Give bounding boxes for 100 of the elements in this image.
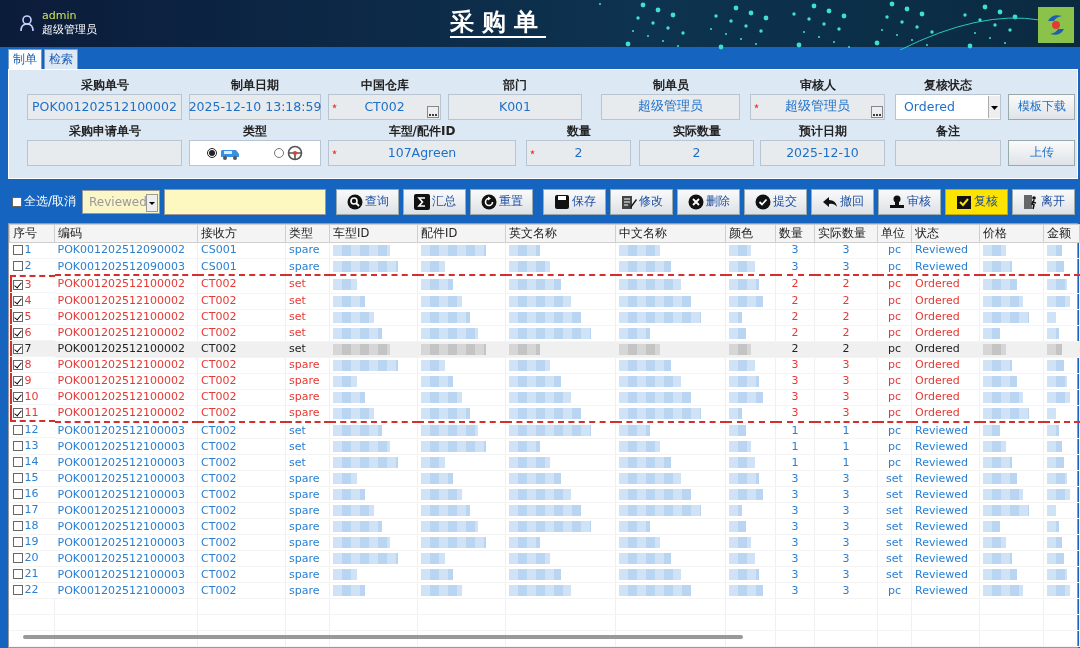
redacted-text bbox=[729, 457, 755, 468]
column-header[interactable]: 中文名称 bbox=[615, 224, 726, 242]
row-checkbox[interactable] bbox=[12, 261, 23, 271]
row-checkbox[interactable] bbox=[12, 505, 23, 515]
toolbar-button[interactable]: 保存 bbox=[543, 188, 607, 215]
redacted-text bbox=[729, 327, 747, 339]
column-header[interactable]: 金额 bbox=[1043, 224, 1080, 242]
row-checkbox[interactable] bbox=[12, 359, 23, 370]
form-button[interactable]: 上传 bbox=[1008, 139, 1075, 166]
redacted-text bbox=[729, 359, 755, 371]
column-header[interactable]: 实际数量 bbox=[814, 224, 878, 242]
redacted-text bbox=[983, 585, 1023, 596]
table-cell: spare bbox=[289, 551, 320, 565]
column-header[interactable]: 序号 bbox=[9, 224, 55, 242]
row-checkbox[interactable] bbox=[12, 441, 23, 451]
row-checkbox[interactable] bbox=[12, 585, 23, 595]
row-checkbox[interactable] bbox=[12, 375, 23, 386]
row-checkbox[interactable] bbox=[12, 279, 23, 290]
redacted-text bbox=[421, 457, 446, 468]
toolbar-button[interactable]: 撤回 bbox=[811, 188, 875, 215]
column-header[interactable]: 接收方 bbox=[197, 224, 286, 242]
table-cell: Ordered bbox=[915, 390, 960, 403]
ellipsis-button[interactable] bbox=[427, 105, 439, 118]
ellipsis-button[interactable] bbox=[871, 105, 883, 118]
redacted-text bbox=[729, 278, 760, 290]
redacted-text bbox=[983, 425, 1001, 436]
row-checkbox[interactable] bbox=[12, 424, 23, 435]
row-checkbox[interactable] bbox=[12, 407, 23, 418]
column-header[interactable]: 颜色 bbox=[725, 224, 776, 242]
table-cell: POK001202512090002 bbox=[57, 243, 185, 257]
column-header[interactable]: 类型 bbox=[285, 224, 330, 242]
column-header[interactable]: 数量 bbox=[775, 224, 815, 242]
column-header[interactable]: 状态 bbox=[911, 224, 980, 242]
field-label: 部门 bbox=[502, 76, 528, 94]
toolbar-button[interactable]: 审核 bbox=[878, 188, 942, 215]
row-checkbox[interactable] bbox=[12, 343, 23, 354]
row-checkbox[interactable] bbox=[12, 391, 23, 402]
table-cell: set bbox=[289, 277, 306, 291]
row-checkbox[interactable] bbox=[12, 245, 23, 255]
row-checkbox[interactable] bbox=[12, 311, 23, 322]
row-number: 19 bbox=[24, 535, 39, 549]
toolbar-button[interactable]: 修改 bbox=[610, 188, 674, 215]
row-checkbox[interactable] bbox=[12, 327, 23, 338]
column-header[interactable]: 车型ID bbox=[329, 224, 418, 242]
row-checkbox[interactable] bbox=[12, 537, 23, 547]
column-header[interactable]: 编码 bbox=[54, 224, 198, 242]
edit-icon bbox=[620, 193, 637, 210]
sum-icon bbox=[413, 193, 430, 210]
toolbar-button[interactable]: 复核 bbox=[945, 188, 1009, 215]
radio-button[interactable] bbox=[274, 147, 284, 158]
search-field[interactable] bbox=[164, 188, 327, 215]
redacted-text bbox=[729, 569, 760, 580]
row-checkbox[interactable] bbox=[12, 295, 23, 306]
redacted-text bbox=[333, 278, 358, 290]
toolbar-button[interactable]: 提交 bbox=[744, 188, 808, 215]
lookup-field[interactable]: CT002 bbox=[328, 93, 441, 120]
redacted-text bbox=[983, 553, 1012, 564]
toolbar-button[interactable]: 离开 bbox=[1012, 188, 1076, 215]
horizontal-scrollbar[interactable] bbox=[23, 635, 743, 639]
redacted-text bbox=[421, 505, 470, 516]
tab[interactable]: 检索 bbox=[44, 48, 78, 69]
radio-button[interactable] bbox=[207, 147, 217, 158]
toolbar-button[interactable]: 重置 bbox=[470, 188, 534, 215]
column-header[interactable]: 价格 bbox=[979, 224, 1044, 242]
table-cell: 2 bbox=[791, 326, 799, 339]
table-cell: CT002 bbox=[201, 567, 237, 581]
row-checkbox[interactable] bbox=[12, 569, 23, 579]
column-header[interactable]: 配件ID bbox=[417, 224, 506, 242]
toolbar-button[interactable]: 汇总 bbox=[403, 188, 467, 215]
table-cell: 2 bbox=[791, 342, 799, 355]
toolbar-button[interactable]: 查询 bbox=[336, 188, 400, 215]
lookup-field[interactable]: 超级管理员 bbox=[750, 93, 885, 120]
row-checkbox[interactable] bbox=[12, 553, 23, 563]
redacted-text bbox=[509, 244, 540, 256]
table-cell: pc bbox=[888, 243, 901, 257]
redacted-text bbox=[983, 327, 1001, 339]
row-checkbox[interactable] bbox=[12, 489, 23, 499]
status-select[interactable]: Ordered bbox=[895, 93, 1001, 120]
redacted-text bbox=[619, 327, 650, 339]
tab[interactable]: 制单 bbox=[8, 48, 42, 70]
row-checkbox[interactable] bbox=[12, 521, 23, 531]
table-cell: CS001 bbox=[201, 243, 237, 257]
table-cell: 1 bbox=[842, 439, 850, 453]
select-all-checkbox[interactable] bbox=[12, 196, 22, 207]
column-header[interactable]: 英文名称 bbox=[505, 224, 616, 242]
redacted-text bbox=[509, 457, 551, 468]
table-cell: Ordered bbox=[915, 342, 960, 355]
row-checkbox[interactable] bbox=[12, 457, 23, 467]
row-checkbox[interactable] bbox=[12, 473, 23, 483]
form-button[interactable]: 模板下载 bbox=[1008, 93, 1075, 120]
table-cell: set bbox=[289, 294, 306, 307]
review-icon bbox=[955, 193, 972, 210]
row-number: 16 bbox=[24, 487, 39, 501]
table-cell: 3 bbox=[791, 374, 799, 387]
table-cell: set bbox=[886, 535, 903, 549]
column-header[interactable]: 单位 bbox=[877, 224, 912, 242]
redacted-text bbox=[619, 261, 671, 272]
redacted-text bbox=[729, 473, 760, 484]
toolbar-button[interactable]: 删除 bbox=[677, 188, 741, 215]
table-cell: Reviewed bbox=[915, 423, 968, 437]
